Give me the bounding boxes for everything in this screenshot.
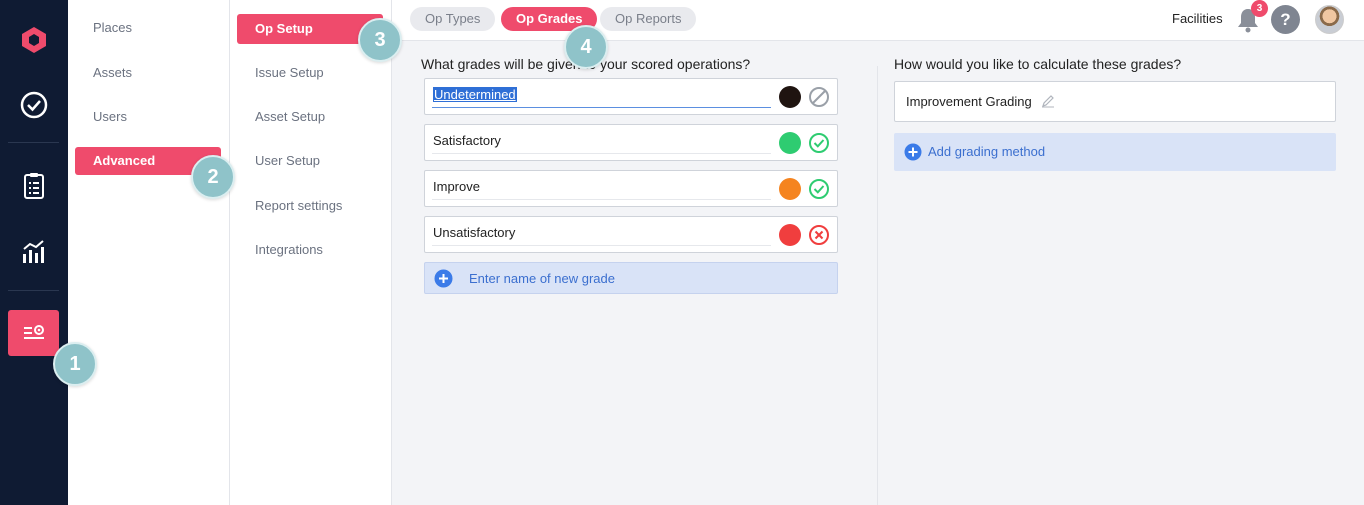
facilities-label[interactable]: Facilities: [1172, 11, 1223, 26]
add-grade-row[interactable]: Enter name of new grade: [424, 262, 838, 294]
nav-item-assets[interactable]: Assets: [93, 63, 132, 83]
new-grade-input[interactable]: Enter name of new grade: [469, 271, 615, 286]
settings-sliders-icon[interactable]: [8, 310, 59, 356]
app-rail: [0, 0, 68, 505]
grading-method-row[interactable]: Improvement Grading: [894, 81, 1336, 122]
advanced-subnav: Op Setup Issue Setup Asset Setup User Se…: [230, 0, 392, 505]
pass-check-icon[interactable]: [808, 178, 830, 200]
grade-color-swatch[interactable]: [779, 224, 801, 246]
rail-divider: [8, 290, 59, 291]
nav-item-users[interactable]: Users: [93, 107, 127, 127]
grade-color-swatch[interactable]: [779, 86, 801, 108]
step-marker-2: 2: [191, 155, 235, 199]
subnav-item-user-setup[interactable]: User Setup: [255, 151, 320, 171]
fail-x-icon[interactable]: [808, 224, 830, 246]
subnav-item-issue-setup[interactable]: Issue Setup: [255, 63, 324, 83]
calculation-question: How would you like to calculate these gr…: [894, 56, 1182, 72]
notification-badge: 3: [1251, 0, 1268, 17]
grade-color-swatch[interactable]: [779, 178, 801, 200]
analytics-chart-icon[interactable]: [8, 229, 59, 275]
tab-op-reports[interactable]: Op Reports: [600, 7, 697, 31]
step-marker-1: 1: [53, 342, 97, 386]
grade-row[interactable]: Undetermined: [424, 78, 838, 115]
pass-check-icon[interactable]: [808, 132, 830, 154]
rail-divider: [8, 142, 59, 143]
add-grading-method-label: Add grading method: [928, 144, 1046, 159]
nav-item-places[interactable]: Places: [93, 18, 132, 38]
tab-op-types[interactable]: Op Types: [410, 7, 496, 31]
grade-name-input[interactable]: Undetermined: [433, 87, 517, 102]
subnav-item-asset-setup[interactable]: Asset Setup: [255, 107, 325, 127]
grade-name-input[interactable]: Unsatisfactory: [433, 225, 515, 240]
settings-category-nav: Places Assets Users Advanced: [68, 0, 230, 505]
section-divider: [877, 66, 878, 505]
check-circle-icon[interactable]: [8, 82, 59, 128]
subnav-item-integrations[interactable]: Integrations: [255, 240, 323, 260]
avatar[interactable]: [1315, 5, 1344, 34]
plus-circle-icon[interactable]: [434, 269, 453, 288]
step-marker-3: 3: [358, 18, 402, 62]
pencil-icon[interactable]: [1041, 94, 1055, 108]
grade-row[interactable]: Improve: [424, 170, 838, 207]
top-bar: Op Types Op Grades Op Reports Facilities…: [392, 0, 1364, 41]
subnav-item-report-settings[interactable]: Report settings: [255, 196, 342, 216]
grade-row[interactable]: Unsatisfactory: [424, 216, 838, 253]
step-marker-4: 4: [564, 25, 608, 69]
logo-hexagon-icon[interactable]: [8, 17, 59, 63]
plus-circle-icon: [904, 143, 922, 161]
grade-name-input[interactable]: Improve: [433, 179, 480, 194]
grade-color-swatch[interactable]: [779, 132, 801, 154]
grade-row[interactable]: Satisfactory: [424, 124, 838, 161]
clipboard-checklist-icon[interactable]: [8, 163, 59, 209]
not-applicable-icon[interactable]: [808, 86, 830, 108]
help-icon[interactable]: ?: [1271, 5, 1300, 34]
grading-method-name: Improvement Grading: [906, 94, 1032, 109]
grade-name-input[interactable]: Satisfactory: [433, 133, 501, 148]
add-grading-method-button[interactable]: Add grading method: [894, 133, 1336, 171]
